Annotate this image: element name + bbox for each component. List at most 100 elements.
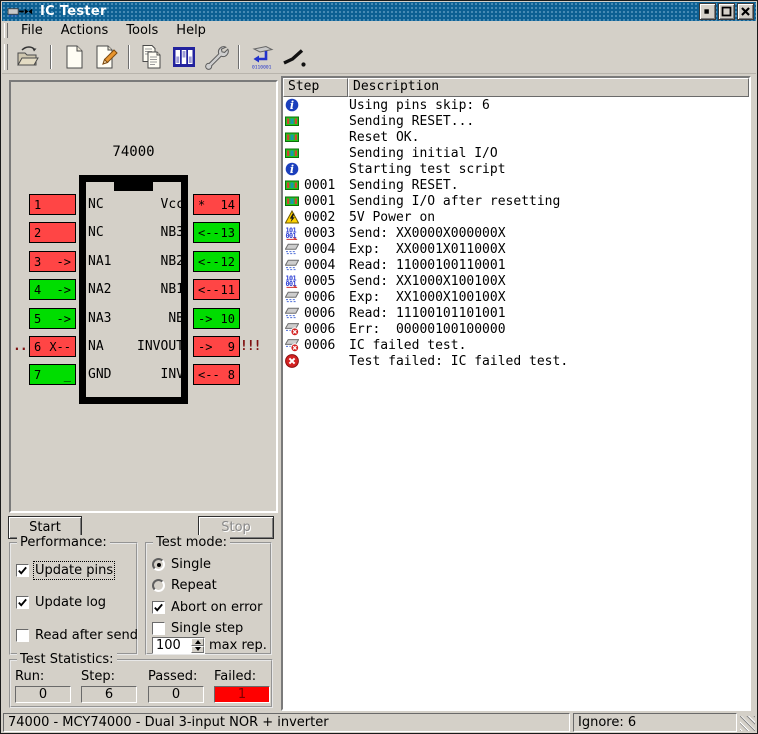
edit-button[interactable]	[91, 42, 121, 72]
log-row[interactable]: 00025V Power on	[283, 209, 749, 225]
log-row[interactable]: 0004Read: 11000100110001	[283, 257, 749, 273]
open-button[interactable]	[13, 42, 43, 72]
log-row[interactable]: Using pins skip: 6	[283, 97, 749, 113]
pin-number: 9	[228, 340, 235, 354]
pin-direction: ->	[198, 340, 212, 354]
pin-box-left[interactable]: 3->	[29, 251, 76, 272]
titlebar[interactable]: IC Tester	[2, 2, 756, 21]
pin-label: NC	[88, 225, 130, 240]
spin-down-button[interactable]	[191, 646, 204, 654]
log-row[interactable]: 0001Sending I/O after resetting	[283, 193, 749, 209]
log-row[interactable]: 0003Send: XX0000X000000X	[283, 225, 749, 241]
log-row[interactable]: Starting test script	[283, 161, 749, 177]
log-step: 0006	[304, 338, 343, 353]
log-row[interactable]: 0006Read: 11100101101001	[283, 305, 749, 321]
pin-direction: ->	[198, 312, 212, 326]
pin-box-right[interactable]: ->10	[193, 308, 240, 329]
pin-box-right[interactable]: <--8	[193, 364, 240, 385]
pin-row: 1 NC Vcc *14	[13, 194, 256, 215]
pin-label: INV	[130, 367, 184, 382]
log-step: 0001	[304, 178, 343, 193]
log-description: Using pins skip: 6	[349, 98, 490, 113]
checkbox	[152, 622, 165, 635]
log-row[interactable]: 0005Send: XX1000X100100X	[283, 273, 749, 289]
update-pins-checkbox[interactable]: Update pins	[16, 562, 113, 579]
pin-box-right[interactable]: <--12	[193, 251, 240, 272]
down-arrow-icon	[195, 647, 201, 651]
menu-help[interactable]: Help	[167, 22, 215, 39]
pin-box-right[interactable]: *14	[193, 194, 240, 215]
pin-box-left[interactable]: 5->	[29, 308, 76, 329]
menu-file[interactable]: File	[12, 22, 52, 39]
pin-box-right[interactable]: <--13	[193, 222, 240, 243]
pin-box-left[interactable]: 1	[29, 194, 76, 215]
spinner-buttons	[191, 638, 204, 653]
probe-icon	[281, 44, 307, 70]
toolbar	[2, 40, 756, 74]
minimize-button[interactable]	[699, 3, 716, 20]
checkbox	[16, 629, 29, 642]
log-step: 0004	[304, 258, 343, 273]
menubar-grip[interactable]	[4, 23, 8, 38]
toolbar-grip[interactable]	[4, 44, 8, 70]
log-row[interactable]: 0006 Err: 00000100100000	[283, 321, 749, 337]
probe-button[interactable]	[279, 42, 309, 72]
chip-diagram-panel: 74000 1 NC Vcc *14 2 NC NB3 <--13 3-> NA…	[9, 80, 278, 513]
pin-box-left[interactable]: 4->	[29, 279, 76, 300]
menu-tools[interactable]: Tools	[117, 22, 167, 39]
log-row[interactable]: 0004Exp: XX0001X011000X	[283, 241, 749, 257]
pin-box-left[interactable]: 6X--	[29, 336, 76, 357]
test-ic-button[interactable]	[247, 42, 277, 72]
pin-number: 13	[221, 226, 235, 240]
column-header-step[interactable]: Step	[283, 78, 348, 97]
pin-direction: <--	[198, 368, 220, 382]
log-row[interactable]: 0006IC failed test.	[283, 337, 749, 353]
max-rep-spinbox[interactable]: 100	[152, 637, 205, 654]
log-description: Err: 00000100100000	[349, 322, 506, 337]
abort-on-error-checkbox[interactable]: Abort on error	[152, 599, 262, 616]
toolbar-separator	[238, 45, 240, 69]
pin-direction: ->	[57, 283, 71, 297]
pin-warning-marker: !!!	[240, 339, 256, 354]
log-step: 0006	[304, 322, 343, 337]
single-step-checkbox[interactable]: Single step	[152, 620, 243, 637]
resize-grip[interactable]	[740, 716, 755, 731]
new-button[interactable]	[59, 42, 89, 72]
update-log-checkbox[interactable]: Update log	[16, 594, 106, 611]
log-row[interactable]: 0006Exp: XX1000X100100X	[283, 289, 749, 305]
chip-read-icon	[285, 242, 299, 256]
read-after-send-checkbox[interactable]: Read after send	[16, 627, 138, 644]
log-row[interactable]: Test failed: IC failed test.	[283, 353, 749, 369]
pin-label: NB1	[130, 282, 184, 297]
log-description: Sending initial I/O	[349, 146, 498, 161]
radio-button	[152, 579, 165, 592]
pin-label: NA	[88, 339, 130, 354]
pin-box-left[interactable]: 7_	[29, 364, 76, 385]
log-description: Send: XX1000X100100X	[349, 274, 506, 289]
spin-up-button[interactable]	[191, 638, 204, 646]
repeat-radio[interactable]: Repeat	[152, 577, 217, 594]
pin-box-right[interactable]: -> 9	[193, 336, 240, 357]
log-row[interactable]: 0001Sending RESET.	[283, 177, 749, 193]
pin-box-left[interactable]: 2	[29, 222, 76, 243]
pin-number: 2	[34, 226, 41, 240]
column-header-description[interactable]: Description	[348, 78, 749, 97]
log-row[interactable]: Sending initial I/O	[283, 145, 749, 161]
maximize-button[interactable]	[718, 3, 735, 20]
dip-switches-button[interactable]	[169, 42, 199, 72]
menu-actions[interactable]: Actions	[52, 22, 118, 39]
log-row[interactable]: Sending RESET...	[283, 113, 749, 129]
pin-number: 1	[34, 198, 41, 212]
pin-number: 12	[221, 255, 235, 269]
send-bits-icon	[285, 274, 299, 288]
stat-step: Step: 6	[81, 669, 137, 703]
max-rep-value[interactable]: 100	[153, 638, 191, 653]
log-row[interactable]: Reset OK.	[283, 129, 749, 145]
single-radio[interactable]: Single	[152, 556, 211, 573]
settings-button[interactable]	[201, 42, 231, 72]
pin-box-right[interactable]: <--11	[193, 279, 240, 300]
log-step: 0001	[304, 194, 343, 209]
close-button[interactable]	[737, 3, 754, 20]
copy-button[interactable]	[137, 42, 167, 72]
statusbar: 74000 - MCY74000 - Dual 3-input NOR + in…	[1, 711, 757, 733]
